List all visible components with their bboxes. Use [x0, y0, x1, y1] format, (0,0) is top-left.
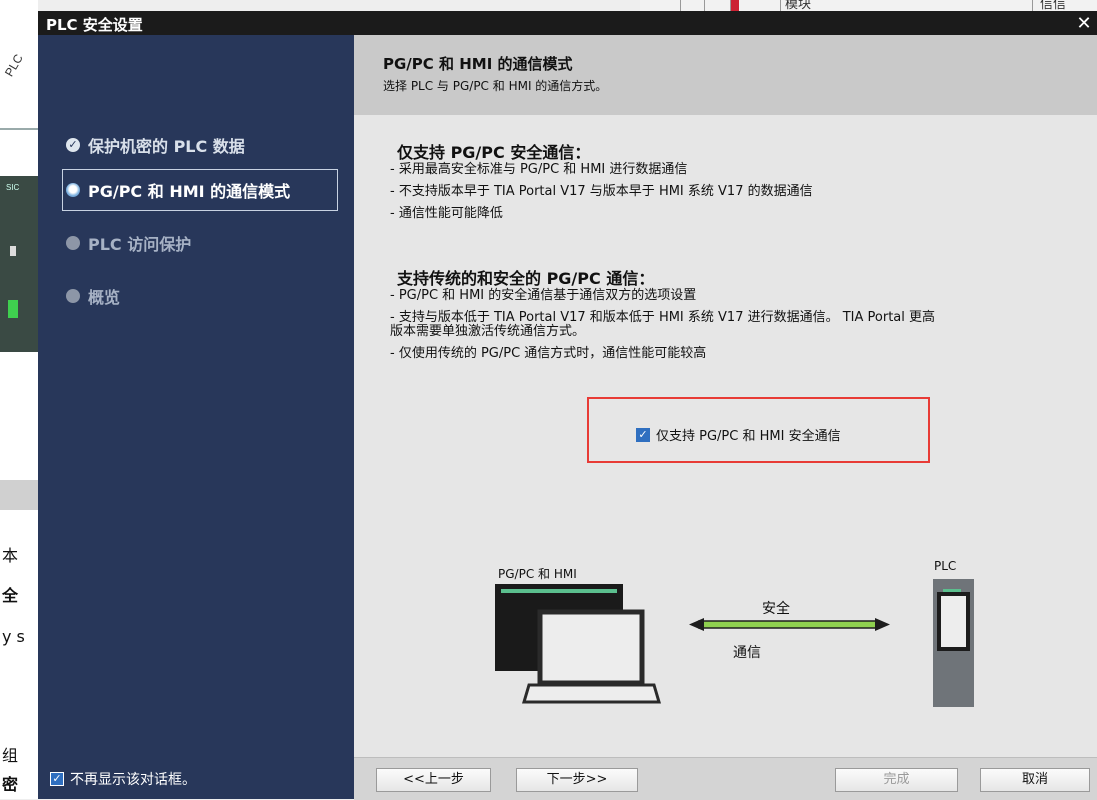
bg-cell-divider — [680, 0, 681, 11]
bg-flag-icon — [730, 0, 739, 11]
nav-item-protect-data[interactable]: ✓ 保护机密的 PLC 数据 — [66, 134, 245, 156]
bg-fragment: 全 — [2, 586, 19, 605]
title-bar: PLC 安全设置 ✕ — [38, 11, 1097, 35]
communication-diagram — [495, 579, 974, 707]
pending-radio-icon — [66, 289, 80, 303]
nav-item-label: 概览 — [88, 288, 121, 307]
nav-item-label: 保护机密的 PLC 数据 — [88, 137, 245, 156]
nav-item-access-protection[interactable]: PLC 访问保护 — [66, 232, 191, 254]
bg-fragment: 组 — [2, 746, 19, 765]
bg-cell-divider — [1032, 0, 1033, 11]
bg-device-port — [10, 246, 16, 256]
pgpc-hmi-label: PG/PC 和 HMI — [498, 567, 577, 581]
bg-sic-label: SIC — [6, 183, 20, 192]
bg-toolbar — [0, 480, 38, 510]
background-app: PLC SIC 本 全 y s 组 密 — [0, 0, 38, 799]
laptop-icon — [521, 609, 662, 704]
nav-item-overview[interactable]: 概览 — [66, 285, 120, 307]
content-panel: PG/PC 和 HMI 的通信模式 选择 PLC 与 PG/PC 和 HMI 的… — [354, 35, 1097, 800]
next-button[interactable]: 下一步>> — [516, 768, 638, 792]
checkbox-checked-icon[interactable]: ✓ — [50, 772, 64, 786]
check-circle-icon: ✓ — [66, 138, 80, 152]
plc-device-icon — [933, 579, 974, 707]
nav-item-label: PG/PC 和 HMI 的通信模式 — [88, 182, 291, 201]
cancel-button[interactable]: 取消 — [980, 768, 1090, 792]
nav-item-comm-mode[interactable]: PG/PC 和 HMI 的通信模式 — [66, 179, 290, 201]
bg-rotated-label: PLC — [2, 51, 26, 79]
bg-cell-divider — [704, 0, 705, 11]
arrow-secure-label: 安全 — [762, 601, 790, 617]
dont-show-again-checkbox[interactable]: ✓ 不再显示该对话框。 — [50, 769, 196, 789]
button-bar: <<上一步 下一步>> 完成 取消 — [354, 757, 1097, 800]
double-arrow-icon — [689, 618, 890, 631]
bg-device-panel — [0, 176, 38, 352]
bg-fragment: 密 — [2, 775, 19, 794]
plc-security-dialog: PLC 安全设置 ✕ ✓ 保护机密的 PLC 数据 PG/PC 和 HMI 的通… — [38, 11, 1097, 800]
back-button[interactable]: <<上一步 — [376, 768, 491, 792]
finish-button[interactable]: 完成 — [835, 768, 958, 792]
active-radio-icon — [66, 183, 80, 197]
dont-show-again-label: 不再显示该对话框。 — [70, 772, 196, 788]
bg-device-led — [8, 300, 18, 318]
plc-label: PLC — [934, 559, 957, 573]
pending-radio-icon — [66, 236, 80, 250]
bg-cell-divider — [780, 0, 781, 11]
wizard-nav: ✓ 保护机密的 PLC 数据 PG/PC 和 HMI 的通信模式 PLC 访问保… — [38, 35, 354, 799]
dialog-title: PLC 安全设置 — [46, 16, 143, 34]
bg-divider — [0, 128, 38, 130]
arrow-comm-label: 通信 — [733, 645, 761, 661]
bg-fragment: y s — [2, 627, 25, 646]
close-icon[interactable]: ✕ — [1071, 11, 1097, 35]
bg-fragment: 本 — [2, 546, 19, 565]
nav-item-label: PLC 访问保护 — [88, 235, 192, 254]
